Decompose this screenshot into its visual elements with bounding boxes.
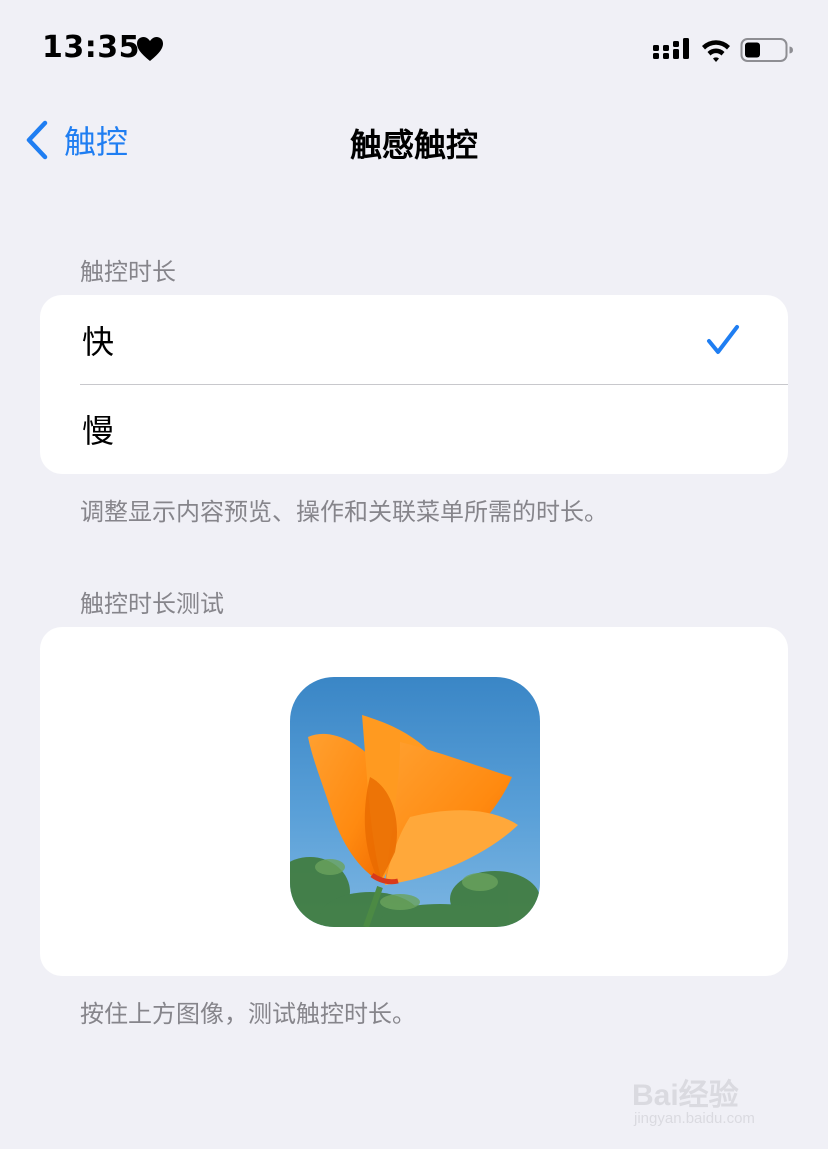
battery-icon — [740, 37, 794, 63]
duration-test-card — [40, 627, 788, 976]
status-time: 13:35 — [42, 30, 140, 65]
heart-icon — [136, 36, 164, 62]
navigation-bar: 触控 触感触控 — [0, 100, 828, 180]
option-label-slow: 慢 — [82, 411, 115, 450]
watermark-url: jingyan.baidu.com — [634, 1110, 755, 1127]
test-footer-text: 按住上方图像，测试触控时长。 — [80, 1000, 416, 1028]
baidu-jingyan-watermark: Bai经验 jingyan.baidu.com — [632, 1060, 792, 1132]
duration-options-card: 快 慢 — [40, 295, 788, 474]
duration-footer-text: 调整显示内容预览、操作和关联菜单所需的时长。 — [80, 498, 608, 526]
option-row-fast[interactable]: 快 — [40, 295, 788, 384]
option-label-fast: 快 — [82, 322, 115, 361]
watermark-brand: Bai经验 — [632, 1079, 739, 1112]
checkmark-icon — [707, 325, 739, 354]
option-row-slow[interactable]: 慢 — [40, 384, 788, 473]
test-image-poppy[interactable] — [290, 677, 540, 927]
page-title: 触感触控 — [349, 126, 478, 164]
status-bar: 13:35 — [0, 0, 828, 100]
section-header-duration: 触控时长 — [80, 258, 176, 286]
wifi-icon — [700, 37, 732, 63]
section-header-test: 触控时长测试 — [80, 590, 224, 618]
cellular-signal-icon — [653, 38, 689, 62]
